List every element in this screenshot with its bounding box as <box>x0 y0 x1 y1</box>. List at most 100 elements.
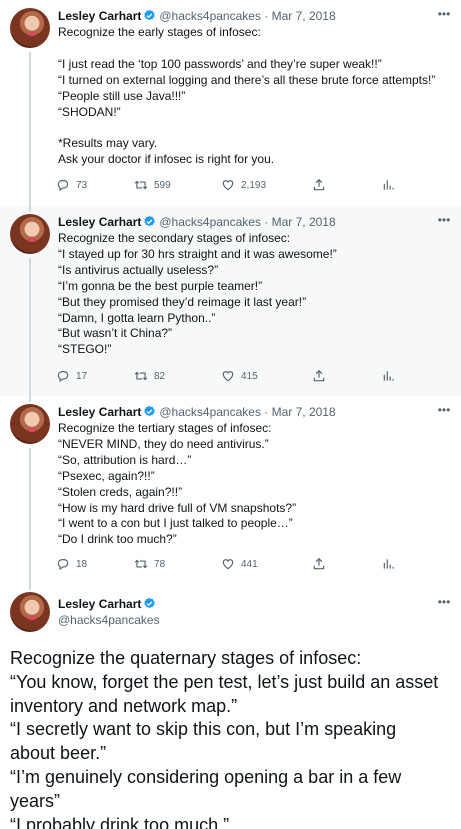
main-tweet: Lesley Carhart @hacks4pancakes ••• Recog… <box>0 580 461 829</box>
handle-and-date[interactable]: @hacks4pancakes · Mar 7, 2018 <box>159 405 335 419</box>
share-icon <box>313 178 325 191</box>
heart-icon <box>222 180 234 191</box>
tweet-line: “I went to a con but I just talked to pe… <box>58 516 293 531</box>
share-icon <box>313 557 325 570</box>
more-icon[interactable]: ••• <box>437 404 451 419</box>
like-count: 415 <box>241 370 258 382</box>
verified-badge-icon <box>143 215 156 231</box>
tweet-line: “I just read the ‘top 100 passwords’ and… <box>58 56 382 71</box>
tweet-line: Recognize the tertiary stages of infosec… <box>58 421 272 435</box>
tweet-line: “Damn, I gotta learn Python..” <box>58 310 216 325</box>
verified-badge-icon <box>143 597 156 613</box>
analytics-button[interactable] <box>382 369 396 383</box>
tweet-line: “How is my hard drive full of VM snapsho… <box>58 500 297 515</box>
action-bar: 73 599 2,193 <box>56 178 404 194</box>
like-count: 441 <box>241 558 258 570</box>
retweet-icon <box>134 371 148 381</box>
tweet-line: “STEGO!” <box>58 342 112 357</box>
like-button[interactable]: 415 <box>221 369 258 383</box>
heart-icon <box>222 559 234 570</box>
tweet-text: Recognize the tertiary stages of infosec… <box>58 421 453 548</box>
reply-button[interactable]: 18 <box>56 557 87 571</box>
thread-line <box>29 258 31 396</box>
retweet-button[interactable]: 78 <box>134 557 165 571</box>
tweet-line: “Stolen creds, again?!!” <box>58 484 183 499</box>
like-button[interactable]: 441 <box>221 557 258 571</box>
verified-badge-icon <box>143 405 156 421</box>
retweet-button[interactable]: 82 <box>134 369 165 383</box>
avatar[interactable] <box>10 214 50 254</box>
tweet-line: “But they promised they’d reimage it las… <box>58 294 307 309</box>
tweet-line: “Do I drink too much?” <box>58 532 177 547</box>
thread-line <box>29 448 31 580</box>
author-handle[interactable]: @hacks4pancakes <box>58 613 160 627</box>
handle-and-date[interactable]: @hacks4pancakes · Mar 7, 2018 <box>159 9 335 23</box>
author-name[interactable]: Lesley Carhart <box>58 9 141 23</box>
tweet-line: Ask your doctor if infosec is right for … <box>58 152 275 167</box>
handle-and-date[interactable]: @hacks4pancakes · Mar 7, 2018 <box>159 215 335 229</box>
reply-button[interactable]: 73 <box>56 178 87 192</box>
tweet-1[interactable]: Lesley Carhart @hacks4pancakes · Mar 7, 2… <box>0 0 461 206</box>
tweet-line: “So, attribution is hard…” <box>58 452 192 467</box>
analytics-button[interactable] <box>382 178 396 192</box>
tweet-line: “I secretly want to skip this con, but I… <box>10 719 397 740</box>
avatar[interactable] <box>10 404 50 444</box>
more-icon[interactable]: ••• <box>437 214 451 229</box>
tweet-line: “I’m gonna be the best purple teamer!” <box>58 278 263 293</box>
tweet-line: “People still use Java!!!” <box>58 88 186 103</box>
analytics-button[interactable] <box>382 557 396 571</box>
share-button[interactable] <box>312 557 326 571</box>
action-bar: 17 82 415 <box>56 369 404 385</box>
retweet-count: 599 <box>154 179 171 191</box>
retweet-icon <box>134 559 148 569</box>
thread-line <box>29 52 31 206</box>
analytics-icon <box>383 180 394 190</box>
share-button[interactable] <box>312 178 326 192</box>
more-icon[interactable]: ••• <box>437 8 451 23</box>
tweet-line: “You know, forget the pen test, let’s ju… <box>10 671 439 692</box>
action-bar: 18 78 441 <box>56 557 404 573</box>
tweet-header: Lesley Carhart @hacks4pancakes · Mar 7, 2… <box>58 405 336 421</box>
reply-icon <box>57 559 69 571</box>
tweet-line: inventory and network map.” <box>10 695 238 716</box>
tweet-line: “SHODAN!” <box>58 104 121 119</box>
tweet-line: “I probably drink too much.” <box>10 814 230 829</box>
tweet-line: about beer.” <box>10 743 107 764</box>
verified-badge-icon <box>143 9 156 25</box>
tweet-text: Recognize the early stages of infosec: “… <box>58 25 453 168</box>
tweet-3[interactable]: Lesley Carhart @hacks4pancakes · Mar 7, 2… <box>0 396 461 580</box>
tweet-header: Lesley Carhart @hacks4pancakes · Mar 7, 2… <box>58 215 336 231</box>
analytics-icon <box>383 559 394 569</box>
like-button[interactable]: 2,193 <box>221 178 266 192</box>
tweet-line: Recognize the early stages of infosec: <box>58 25 261 39</box>
heart-icon <box>222 371 234 382</box>
avatar[interactable] <box>10 8 50 48</box>
tweet-line: “Is antivirus actually useless?” <box>58 262 219 277</box>
thread-line <box>29 580 31 590</box>
tweet-line: “I’m genuinely considering opening a bar… <box>10 766 402 787</box>
share-icon <box>313 369 325 382</box>
tweet-text: Recognize the secondary stages of infose… <box>58 231 453 358</box>
tweet-line: “I turned on external logging and there’… <box>58 72 436 87</box>
tweet-header: Lesley Carhart @hacks4pancakes · Mar 7, 2… <box>58 9 336 25</box>
tweet-line: “But wasn’t it China?” <box>58 326 173 341</box>
retweet-count: 82 <box>154 370 166 382</box>
reply-count: 18 <box>76 558 88 570</box>
tweet-2[interactable]: Lesley Carhart @hacks4pancakes · Mar 7, 2… <box>0 206 461 396</box>
avatar[interactable] <box>10 592 50 632</box>
author-name-text[interactable]: Lesley Carhart <box>58 597 141 611</box>
retweet-button[interactable]: 599 <box>134 178 171 192</box>
tweet-line: years” <box>10 790 61 811</box>
share-button[interactable] <box>312 369 326 383</box>
reply-icon <box>57 180 69 192</box>
tweet-text: Recognize the quaternary stages of infos… <box>10 647 460 829</box>
tweet-line: *Results may vary. <box>58 136 158 151</box>
tweet-line: “NEVER MIND, they do need antivirus.” <box>58 436 269 451</box>
retweet-count: 78 <box>154 558 166 570</box>
reply-button[interactable]: 17 <box>56 369 87 383</box>
reply-icon <box>57 371 69 383</box>
author-name[interactable]: Lesley Carhart <box>58 215 141 229</box>
retweet-icon <box>134 180 148 190</box>
author-name[interactable]: Lesley Carhart <box>58 405 141 419</box>
more-icon[interactable]: ••• <box>437 596 451 611</box>
